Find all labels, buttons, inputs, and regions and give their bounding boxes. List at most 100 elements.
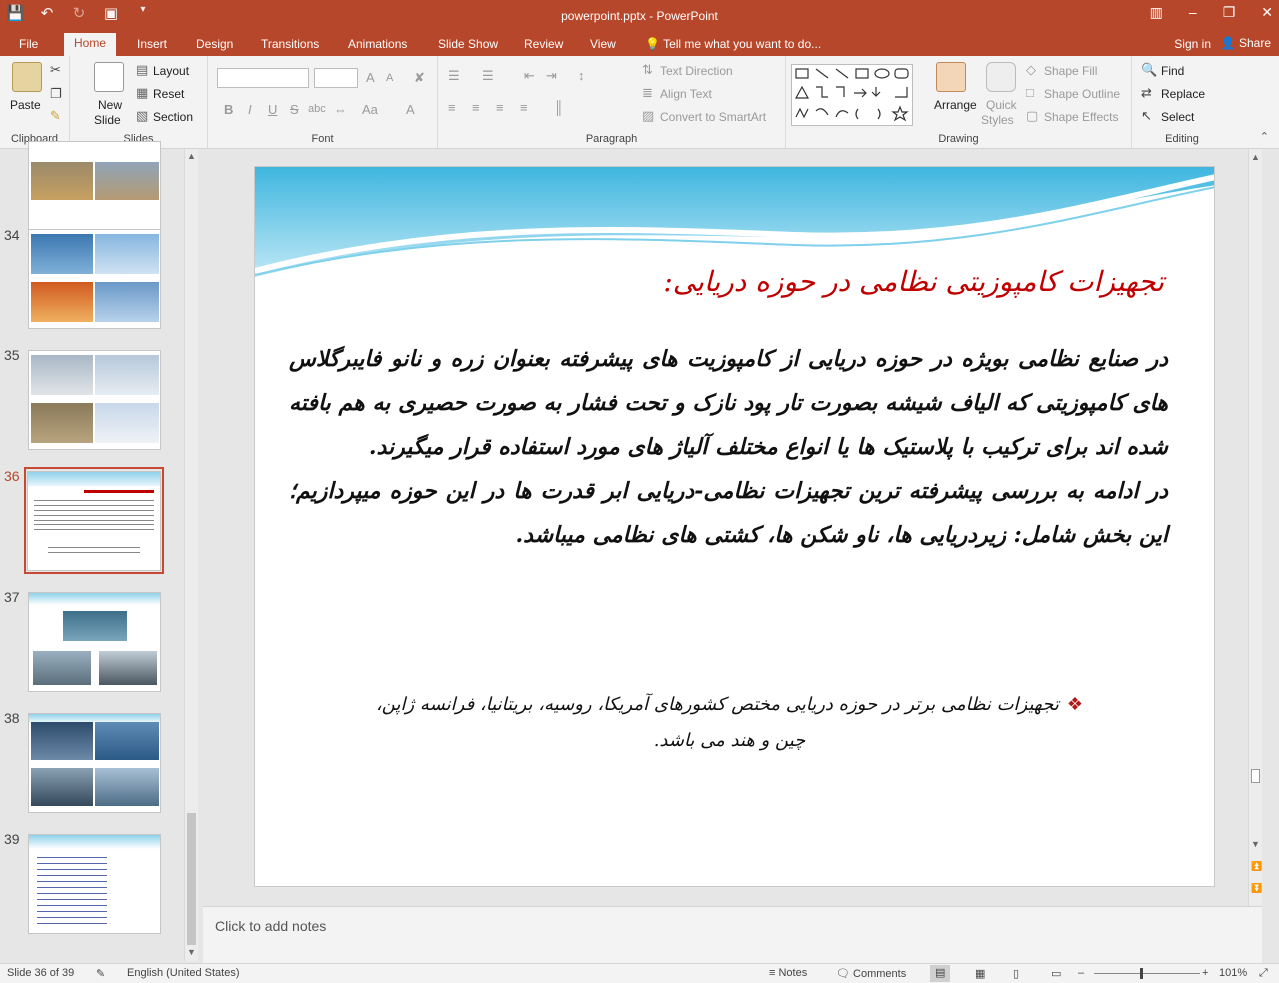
slide-body-text[interactable]: در صنایع نظامی بویژه در حوزه دریایی از ک…	[289, 337, 1168, 557]
normal-view-icon[interactable]: ▤	[930, 965, 951, 982]
font-color-button[interactable]: A	[406, 102, 415, 117]
slide-thumbnail-35[interactable]	[28, 350, 161, 450]
tell-me-search[interactable]: 💡 Tell me what you want to do...	[645, 37, 821, 51]
slide-bullet[interactable]: ❖ تجهیزات نظامی برتر در حوزه دریایی مختص …	[365, 687, 1094, 759]
scroll-down-icon[interactable]: ▼	[1251, 839, 1260, 849]
slide-thumbnail-33[interactable]	[28, 141, 161, 241]
tab-transitions[interactable]: Transitions	[261, 37, 319, 51]
shape-fill-button[interactable]: Shape Fill	[1044, 64, 1097, 78]
slide-sorter-icon[interactable]: ▦	[975, 967, 985, 980]
thumbnail-scrollbar[interactable]: ▲ ▼	[184, 149, 198, 961]
underline-button[interactable]: U	[268, 102, 277, 117]
arrange-button[interactable]: Arrange	[934, 98, 977, 112]
align-right-icon[interactable]: ≡	[496, 100, 504, 115]
slide-thumbnail-37[interactable]	[28, 592, 161, 692]
font-size-combo[interactable]	[314, 68, 358, 88]
copy-icon[interactable]: ❐	[50, 86, 62, 102]
zoom-level[interactable]: 101%	[1219, 967, 1247, 979]
tab-design[interactable]: Design	[196, 37, 233, 51]
line-spacing-icon[interactable]: ↕	[578, 68, 585, 83]
strikethrough-button[interactable]: S	[290, 102, 299, 117]
replace-button[interactable]: Replace	[1161, 87, 1205, 101]
notes-toggle[interactable]: ≡ Notes	[769, 967, 807, 979]
arrange-icon[interactable]	[936, 62, 966, 92]
sign-in-link[interactable]: Sign in	[1174, 37, 1211, 51]
justify-icon[interactable]: ≡	[520, 100, 528, 115]
slide-show-icon[interactable]: ▭	[1051, 967, 1061, 980]
close-icon[interactable]: ✕	[1261, 4, 1273, 21]
quick-styles-icon[interactable]	[986, 62, 1016, 92]
scroll-up-icon[interactable]: ▲	[1251, 152, 1260, 162]
new-slide-icon[interactable]	[94, 62, 124, 92]
clear-formatting-icon[interactable]: ✘	[414, 70, 425, 86]
select-button[interactable]: Select	[1161, 110, 1194, 124]
scroll-up-icon[interactable]: ▲	[187, 151, 196, 161]
quick-styles-button[interactable]: Quick	[986, 98, 1017, 112]
format-painter-icon[interactable]: ✎	[50, 108, 61, 124]
increase-indent-icon[interactable]: ⇥	[546, 68, 557, 84]
notes-placeholder[interactable]: Click to add notes	[215, 918, 326, 934]
slide-thumbnail-34[interactable]	[28, 229, 161, 329]
italic-button[interactable]: I	[248, 102, 252, 117]
shapes-gallery[interactable]	[791, 64, 913, 126]
new-slide-button-line2[interactable]: Slide	[94, 113, 121, 127]
zoom-slider[interactable]	[1094, 973, 1200, 974]
next-slide-icon[interactable]: ⏬	[1251, 883, 1262, 894]
convert-to-smartart-button[interactable]: Convert to SmartArt	[660, 110, 766, 124]
cut-icon[interactable]: ✂	[50, 62, 61, 78]
slide-title[interactable]: تجهیزات کامپوزیتی نظامی در حوزه دریایی:	[663, 265, 1164, 298]
quick-styles-button-line2[interactable]: Styles	[981, 113, 1014, 127]
notes-pane[interactable]: Click to add notes	[203, 906, 1262, 963]
character-spacing-button[interactable]: abc	[308, 103, 326, 115]
decrease-font-size-button[interactable]: A	[386, 72, 393, 84]
numbering-icon[interactable]: ☰	[482, 68, 494, 84]
fit-to-window-icon[interactable]: ⤢	[1259, 967, 1268, 980]
new-slide-button[interactable]: New	[98, 98, 122, 112]
tab-view[interactable]: View	[590, 37, 616, 51]
tab-review[interactable]: Review	[524, 37, 563, 51]
layout-button[interactable]: Layout	[153, 64, 189, 78]
increase-font-size-button[interactable]: A	[366, 70, 375, 85]
tab-animations[interactable]: Animations	[348, 37, 407, 51]
tab-file[interactable]: File	[19, 37, 38, 51]
scroll-down-icon[interactable]: ▼	[187, 947, 196, 957]
shape-effects-button[interactable]: Shape Effects	[1044, 110, 1119, 124]
previous-slide-icon[interactable]: ⏫	[1251, 861, 1262, 872]
slide-scrollbar[interactable]: ▲ ▼ ⏫ ⏬	[1248, 149, 1262, 906]
thumbnail-scroll-thumb[interactable]	[187, 813, 196, 945]
align-left-icon[interactable]: ≡	[448, 100, 456, 115]
find-button[interactable]: Find	[1161, 64, 1184, 78]
align-text-button[interactable]: Align Text	[660, 87, 712, 101]
paste-button[interactable]: Paste	[10, 98, 41, 112]
bold-button[interactable]: B	[224, 102, 233, 117]
font-name-combo[interactable]	[217, 68, 309, 88]
reset-button[interactable]: Reset	[153, 87, 184, 101]
slide-scroll-thumb[interactable]	[1251, 769, 1260, 783]
ribbon-display-icon[interactable]: ▥	[1150, 4, 1163, 21]
paste-icon[interactable]	[12, 62, 42, 92]
spellcheck-icon[interactable]: ✎	[96, 967, 105, 980]
tab-home[interactable]: Home	[64, 33, 117, 56]
shape-outline-button[interactable]: Shape Outline	[1044, 87, 1120, 101]
language-indicator[interactable]: English (United States)	[127, 967, 240, 979]
decrease-indent-icon[interactable]: ⇤	[524, 68, 535, 84]
zoom-in-icon[interactable]: +	[1202, 967, 1208, 979]
comments-toggle[interactable]: 🗨 Comments	[836, 967, 906, 980]
share-button[interactable]: 👤 Share	[1221, 36, 1271, 50]
spacing-icon[interactable]: ⇔	[334, 102, 347, 117]
restore-icon[interactable]: ❐	[1223, 4, 1236, 21]
zoom-slider-thumb[interactable]	[1140, 968, 1143, 979]
minimize-icon[interactable]: –	[1189, 4, 1197, 21]
tab-insert[interactable]: Insert	[137, 37, 167, 51]
collapse-ribbon-icon[interactable]: ⌃	[1260, 130, 1269, 143]
zoom-out-icon[interactable]: –	[1078, 967, 1084, 979]
align-center-icon[interactable]: ≡	[472, 100, 480, 115]
slide-thumbnail-38[interactable]	[28, 713, 161, 813]
reading-view-icon[interactable]: ▯	[1013, 967, 1019, 980]
bullets-icon[interactable]: ☰	[448, 68, 460, 84]
slide-thumbnail-39[interactable]	[28, 834, 161, 934]
change-case-button[interactable]: Aa	[362, 102, 378, 117]
slide-thumbnail-36[interactable]	[27, 471, 161, 571]
text-direction-button[interactable]: Text Direction	[660, 64, 733, 78]
columns-icon[interactable]: ║	[554, 100, 563, 115]
